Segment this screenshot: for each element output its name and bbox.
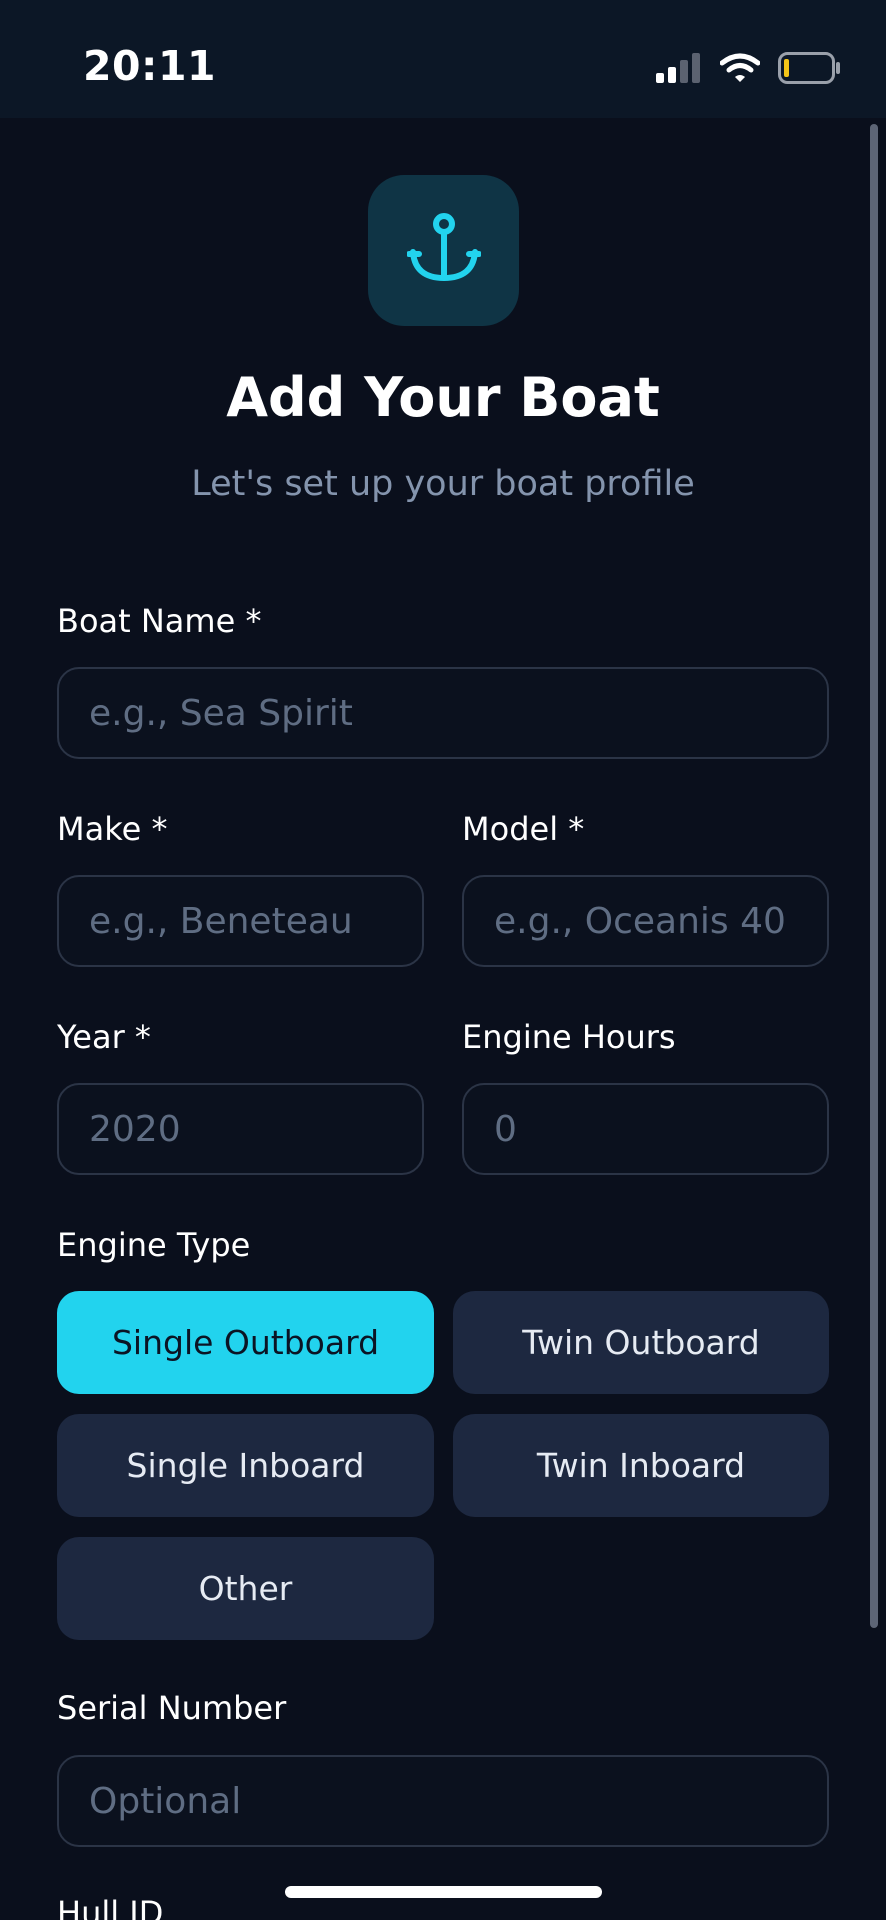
- scroll-indicator[interactable]: [870, 124, 878, 1628]
- engine-hours-label: Engine Hours: [462, 1018, 676, 1056]
- year-label: Year *: [57, 1018, 151, 1056]
- page-title: Add Your Boat: [226, 366, 660, 429]
- anchor-icon: [405, 212, 482, 290]
- battery-low-icon: [778, 52, 842, 88]
- engine-type-option-other[interactable]: Other: [57, 1537, 434, 1640]
- boat-name-label: Boat Name *: [57, 602, 262, 640]
- serial-number-label: Serial Number: [57, 1689, 287, 1727]
- page-subtitle: Let's set up your boat profile: [191, 464, 695, 504]
- year-input[interactable]: [57, 1083, 424, 1175]
- wifi-icon: [719, 53, 761, 87]
- model-input[interactable]: [462, 875, 829, 967]
- home-indicator[interactable]: [285, 1886, 602, 1898]
- make-label: Make *: [57, 810, 168, 848]
- boat-logo-tile: [368, 175, 519, 326]
- engine-type-label: Engine Type: [57, 1226, 251, 1264]
- engine-type-option-single-inboard[interactable]: Single Inboard: [57, 1414, 434, 1517]
- status-time: 20:11: [83, 42, 217, 90]
- add-boat-screen: 20:11 Add Your Boat Let's set up your bo…: [0, 0, 886, 1920]
- serial-number-input[interactable]: [57, 1755, 829, 1847]
- hull-id-label: Hull ID: [57, 1894, 164, 1920]
- status-icons: [656, 50, 842, 90]
- make-input[interactable]: [57, 875, 424, 967]
- model-label: Model *: [462, 810, 585, 848]
- engine-type-option-twin-outboard[interactable]: Twin Outboard: [453, 1291, 829, 1394]
- engine-type-option-single-outboard[interactable]: Single Outboard: [57, 1291, 434, 1394]
- engine-type-option-twin-inboard[interactable]: Twin Inboard: [453, 1414, 829, 1517]
- boat-name-input[interactable]: [57, 667, 829, 759]
- cellular-signal-icon: [656, 53, 702, 87]
- status-bar: 20:11: [0, 0, 886, 118]
- engine-hours-input[interactable]: [462, 1083, 829, 1175]
